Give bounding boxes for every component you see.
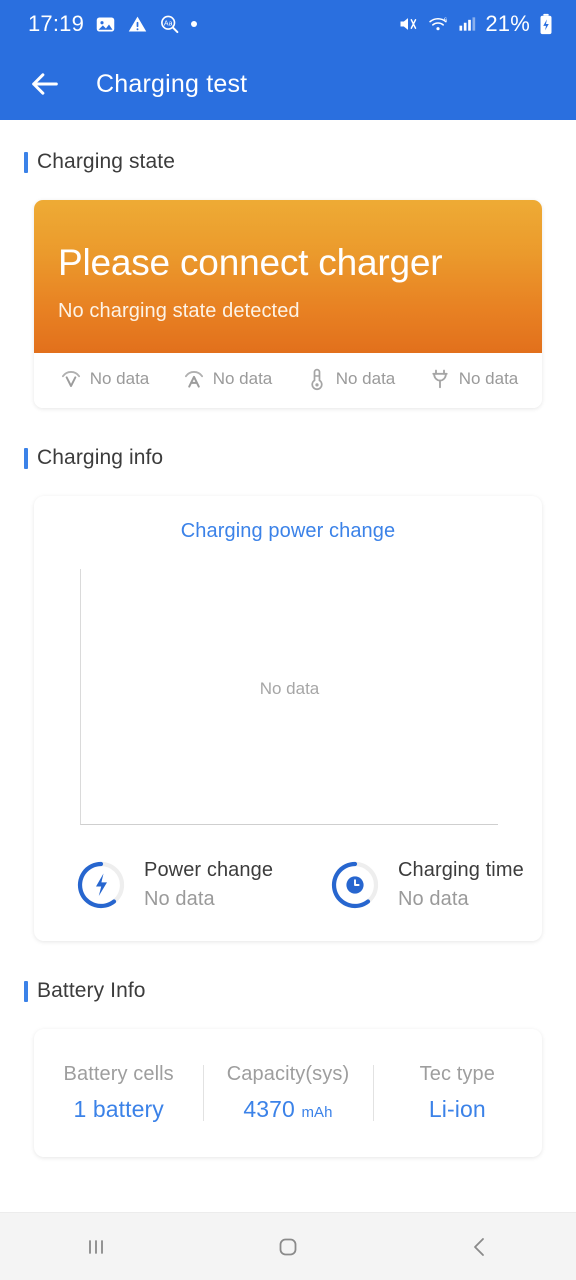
stat-charging-time: Charging time No data — [288, 859, 542, 911]
system-navigation-bar — [0, 1212, 576, 1280]
capacity-label: Capacity(sys) — [226, 1063, 350, 1085]
dot-indicator-icon — [191, 21, 198, 27]
charging-state-subtitle: No charging state detected — [58, 300, 300, 322]
charging-state-card: Please connect charger No charging state… — [34, 200, 542, 408]
battery-cells-value: 1 battery — [34, 1096, 203, 1123]
chart-empty-label: No data — [259, 678, 320, 698]
amperage-icon — [184, 371, 203, 388]
metric-temperature: No data — [288, 366, 411, 392]
clock-ring-icon — [331, 861, 379, 909]
tec-type-text: Li-ion — [428, 1096, 486, 1122]
stat-text: Power change No data — [144, 859, 273, 911]
nav-recents-button[interactable] — [0, 1232, 192, 1262]
stat-text: Charging time No data — [398, 859, 524, 911]
charging-state-headline: Please connect charger — [58, 242, 443, 283]
capacity-value: 4370 mAh — [203, 1096, 372, 1123]
section-title: Charging info — [37, 446, 164, 469]
status-bar: 17:19 Aa 6 21% — [0, 0, 576, 48]
section-header-battery-info: Battery Info — [0, 979, 576, 1003]
app-bar: Charging test — [0, 48, 576, 120]
power-bolt-ring-icon — [77, 861, 125, 909]
charging-info-card: Charging power change No data Power chan… — [34, 496, 542, 941]
home-icon — [279, 1238, 297, 1255]
back-arrow-icon[interactable] — [28, 67, 62, 101]
warning-triangle-icon — [128, 16, 147, 31]
wifi-icon: 6 — [429, 18, 447, 31]
back-icon — [474, 1237, 484, 1256]
battery-cells-column: Battery cells 1 battery — [34, 1063, 203, 1123]
section-accent-bar — [24, 447, 28, 469]
scroll-content[interactable]: Charging state Please connect charger No… — [0, 120, 576, 1212]
section-header-charging-state: Charging state — [0, 150, 576, 174]
battery-info-card: Battery cells 1 battery Capacity(sys) 43… — [34, 1029, 542, 1157]
section-accent-bar — [24, 151, 28, 173]
section-title: Battery Info — [37, 979, 146, 1002]
section-title: Charging state — [37, 150, 175, 173]
image-icon — [96, 17, 115, 31]
metric-plug: No data — [411, 366, 534, 392]
stat-power-change: Power change No data — [34, 859, 288, 911]
charging-state-banner: Please connect charger No charging state… — [34, 200, 542, 353]
status-bar-left: 17:19 Aa — [28, 11, 198, 37]
page-title: Charging test — [96, 69, 248, 98]
battery-cells-label: Battery cells — [63, 1063, 174, 1085]
capacity-number: 4370 — [243, 1096, 295, 1122]
svg-text:6: 6 — [444, 18, 447, 24]
plug-icon — [432, 369, 448, 389]
metric-value: No data — [458, 369, 519, 388]
metric-voltage: No data — [42, 366, 165, 392]
metric-value: No data — [335, 369, 396, 388]
metric-value: No data — [89, 369, 150, 388]
stat-label: Power change — [144, 859, 274, 881]
section-header-charging-info: Charging info — [0, 446, 576, 470]
charging-stats-row: Power change No data Charging time No da… — [34, 825, 542, 941]
status-bar-right: 6 21% — [397, 11, 554, 37]
translate-search-icon: Aa — [161, 15, 179, 33]
thermometer-icon — [311, 368, 323, 391]
svg-text:Aa: Aa — [164, 20, 173, 27]
phone-screen: 17:19 Aa 6 21% Charging test Charging st… — [0, 0, 576, 1280]
status-time: 17:19 — [28, 11, 85, 36]
metric-amperage: No data — [165, 366, 288, 392]
tec-type-column: Tec type Li-ion — [372, 1063, 542, 1123]
stat-value: No data — [144, 888, 215, 910]
battery-cells-number: 1 battery — [73, 1096, 164, 1122]
recents-icon — [89, 1239, 103, 1254]
charging-state-metrics: No data No data No data No data — [34, 353, 542, 408]
nav-back-button[interactable] — [384, 1232, 576, 1262]
charging-power-chart: No data — [80, 569, 498, 825]
section-accent-bar — [24, 980, 28, 1002]
stat-label: Charging time — [398, 859, 524, 881]
voltage-icon — [61, 371, 80, 388]
tec-type-label: Tec type — [419, 1063, 495, 1085]
chart-title: Charging power change — [180, 520, 396, 542]
nav-home-button[interactable] — [192, 1231, 384, 1263]
battery-charging-icon — [540, 13, 552, 35]
capacity-column: Capacity(sys) 4370 mAh — [203, 1063, 372, 1123]
capacity-unit: mAh — [301, 1104, 333, 1121]
stat-value: No data — [398, 888, 469, 910]
signal-bars-icon — [459, 17, 476, 31]
battery-percent: 21% — [485, 11, 530, 36]
tec-type-value: Li-ion — [373, 1096, 542, 1123]
metric-value: No data — [212, 369, 273, 388]
mute-icon — [400, 18, 417, 30]
